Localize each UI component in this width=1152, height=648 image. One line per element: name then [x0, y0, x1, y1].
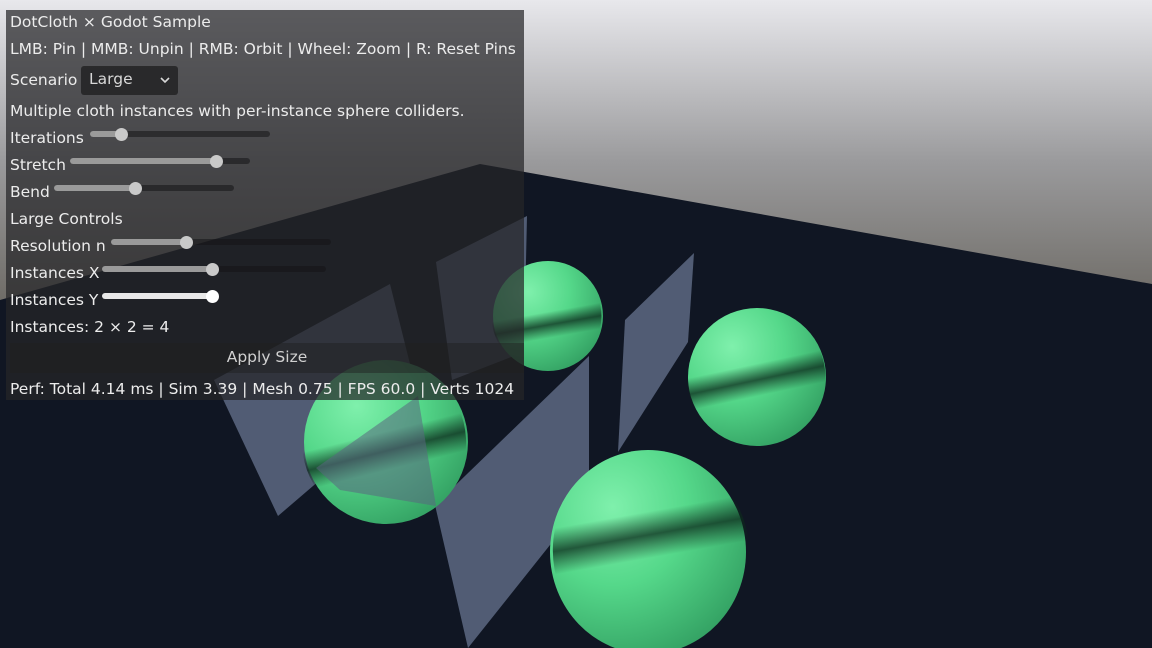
stretch-label: Stretch — [10, 156, 66, 174]
instances-x-slider[interactable] — [102, 261, 326, 279]
large-controls-heading: Large Controls — [10, 210, 123, 228]
apply-size-button[interactable]: Apply Size — [10, 343, 524, 373]
chevron-down-icon — [160, 77, 170, 84]
apply-size-label: Apply Size — [226, 348, 308, 366]
slider-handle[interactable] — [206, 263, 219, 276]
slider-handle[interactable] — [206, 290, 219, 303]
iterations-label: Iterations — [10, 129, 84, 147]
stretch-slider[interactable] — [70, 153, 250, 171]
slider-handle[interactable] — [115, 128, 128, 141]
scenario-label: Scenario — [10, 71, 78, 89]
resolution-slider[interactable] — [111, 234, 331, 252]
slider-handle[interactable] — [210, 155, 223, 168]
resolution-label: Resolution n — [10, 237, 106, 255]
instances-x-label: Instances X — [10, 264, 100, 282]
slider-handle[interactable] — [129, 182, 142, 195]
scenario-description: Multiple cloth instances with per-instan… — [10, 102, 465, 120]
instances-y-slider[interactable] — [102, 288, 219, 306]
instances-summary: Instances: 2 × 2 = 4 — [10, 318, 170, 336]
iterations-slider[interactable] — [90, 126, 270, 144]
bend-slider[interactable] — [54, 180, 234, 198]
controls-help-text: LMB: Pin | MMB: Unpin | RMB: Orbit | Whe… — [10, 40, 516, 58]
scenario-dropdown[interactable]: Large — [81, 66, 178, 95]
bend-label: Bend — [10, 183, 50, 201]
instances-y-label: Instances Y — [10, 291, 99, 309]
slider-handle[interactable] — [180, 236, 193, 249]
scenario-selected-value: Large — [89, 70, 133, 88]
window-title: DotCloth × Godot Sample — [10, 13, 211, 31]
perf-stats: Perf: Total 4.14 ms | Sim 3.39 | Mesh 0.… — [10, 380, 515, 398]
